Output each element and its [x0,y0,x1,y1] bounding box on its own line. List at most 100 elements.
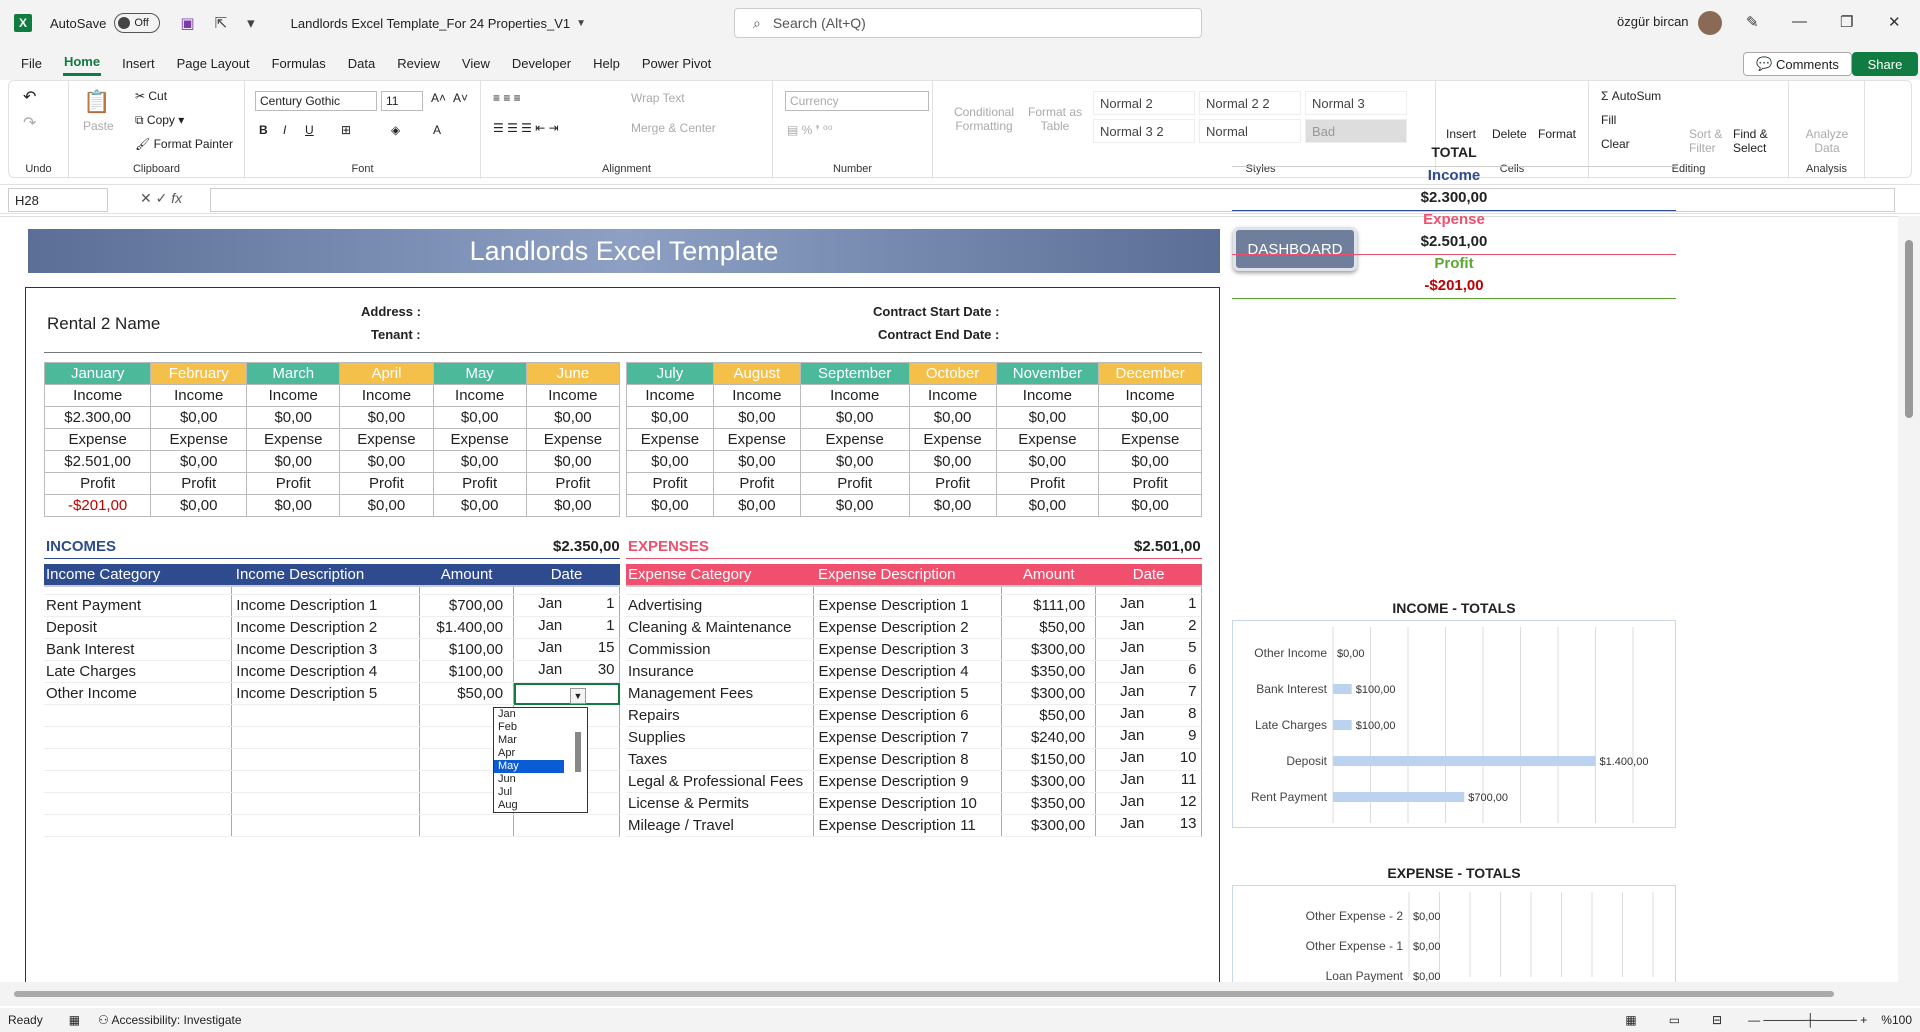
expense-amount-cell[interactable]: $300,00 [1001,638,1097,661]
grid-label-cell[interactable]: Profit [1098,472,1202,495]
income-category-cell[interactable] [44,704,233,727]
grid-label-cell[interactable]: Profit [339,472,434,495]
income-header-cell[interactable]: Date [513,564,620,587]
style-bad[interactable]: Bad [1305,119,1407,143]
redo-icon[interactable]: ↷ [23,113,36,133]
month-header-may[interactable]: May [432,362,527,385]
search-input[interactable]: Search (Alt+Q) [773,15,866,31]
grid-label-cell[interactable]: Profit [246,472,341,495]
month-header-september[interactable]: September [799,362,910,385]
share-button[interactable]: Share [1852,52,1918,76]
grid-value-cell[interactable]: $2.300,00 [43,406,152,429]
customize-qat-icon[interactable]: ▾ [247,14,255,32]
grid-value-cell[interactable]: $0,00 [150,406,248,429]
income-header-cell[interactable]: Income Category [44,564,232,587]
expense-category-cell[interactable]: Cleaning & Maintenance [626,616,815,639]
income-description-cell[interactable]: Income Description 2 [231,616,421,639]
grid-label-cell[interactable]: Income [150,384,248,407]
grid-value-cell[interactable]: $0,00 [525,494,621,517]
grid-label-cell[interactable]: Income [246,384,341,407]
find-select-button[interactable]: Find & Select [1733,127,1783,155]
grid-value-cell[interactable]: $0,00 [908,494,997,517]
grid-label-cell[interactable]: Profit [43,472,152,495]
month-header-february[interactable]: February [150,362,248,385]
grid-value-cell[interactable]: $0,00 [908,450,997,473]
income-amount-cell[interactable]: $100,00 [419,660,515,683]
expense-header-cell[interactable]: Expense Category [626,564,814,587]
grid-label-cell[interactable]: Profit [799,472,910,495]
grid-label-cell[interactable]: Profit [908,472,997,495]
grid-value-cell[interactable]: $0,00 [626,494,714,517]
income-chart[interactable]: Other Income $0,00 Bank Interest $100,00 Lat… [1232,620,1676,828]
conditional-formatting-button[interactable]: Conditional Formatting [949,105,1019,133]
paste-icon[interactable]: 📋 [83,89,110,115]
italic-icon[interactable]: I [283,123,286,137]
grid-label-cell[interactable]: Income [799,384,910,407]
income-category-cell[interactable]: Rent Payment [44,594,233,617]
expense-description-cell[interactable]: Expense Description 7 [813,726,1003,749]
grid-value-cell[interactable]: $0,00 [712,406,801,429]
grid-value-cell[interactable]: $0,00 [339,450,434,473]
dropdown-option-apr[interactable]: Apr [494,747,564,760]
grid-label-cell[interactable]: Profit [150,472,248,495]
grid-value-cell[interactable]: $0,00 [339,494,434,517]
tab-home[interactable]: Home [62,50,102,76]
income-description-cell[interactable] [231,726,421,749]
grid-value-cell[interactable]: $0,00 [1098,406,1202,429]
income-amount-cell[interactable]: $100,00 [419,638,515,661]
align-left-icon[interactable]: ☰ ☰ ☰ ⇤ ⇥ [493,121,559,135]
expense-date-cell[interactable]: Jan 13 [1096,814,1202,837]
expense-amount-cell[interactable]: $300,00 [1001,770,1097,793]
expense-category-cell[interactable]: Repairs [626,704,815,727]
income-description-cell[interactable] [231,792,421,815]
tab-file[interactable]: File [20,52,43,75]
income-amount-cell[interactable]: $700,00 [419,594,515,617]
grid-value-cell[interactable]: $0,00 [432,450,527,473]
grid-label-cell[interactable]: Profit [525,472,621,495]
expense-description-cell[interactable]: Expense Description 9 [813,770,1003,793]
expense-amount-cell[interactable]: $111,00 [1001,594,1097,617]
grid-label-cell[interactable]: Expense [995,428,1100,451]
user-name[interactable]: özgür bircan [1617,14,1689,29]
expense-amount-cell[interactable]: $50,00 [1001,704,1097,727]
month-header-december[interactable]: December [1098,362,1202,385]
dropdown-option-mar[interactable]: Mar [494,734,564,747]
income-category-cell[interactable]: Bank Interest [44,638,233,661]
grid-value-cell[interactable]: $0,00 [995,450,1100,473]
tab-page-layout[interactable]: Page Layout [176,52,251,75]
style-normal-3[interactable]: Normal 3 [1305,91,1407,115]
income-category-cell[interactable] [44,726,233,749]
vertical-scrollbar[interactable] [1898,216,1920,982]
tab-insert[interactable]: Insert [121,52,156,75]
grid-value-cell[interactable]: $0,00 [150,450,248,473]
minimize-icon[interactable]: — [1792,13,1807,30]
font-size-select[interactable]: 11 [381,91,423,111]
wrap-text-button[interactable]: Wrap Text [631,91,685,105]
income-amount-cell[interactable]: $1.400,00 [419,616,515,639]
borders-icon[interactable]: ⊞ [341,123,351,137]
expense-date-cell[interactable]: Jan 6 [1096,660,1202,683]
expense-header-cell[interactable]: Expense Description [813,564,1002,587]
grid-label-cell[interactable]: Expense [626,428,714,451]
income-category-cell[interactable]: Deposit [44,616,233,639]
normal-view-icon[interactable]: ▦ [1625,1013,1636,1027]
grid-value-cell[interactable]: $0,00 [908,406,997,429]
grid-label-cell[interactable]: Income [908,384,997,407]
copy-button[interactable]: ⧉ Copy ▾ [135,113,184,128]
month-header-june[interactable]: June [525,362,621,385]
income-header-cell[interactable]: Income Description [231,564,420,587]
grid-value-cell[interactable]: $0,00 [799,406,910,429]
expense-category-cell[interactable]: Insurance [626,660,815,683]
expense-category-cell[interactable]: Mileage / Travel [626,814,815,837]
month-header-august[interactable]: August [712,362,801,385]
style-normal-3-2[interactable]: Normal 3 2 [1093,119,1195,143]
expense-date-cell[interactable]: Jan 7 [1096,682,1202,705]
font-color-icon[interactable]: A [433,123,441,137]
income-description-cell[interactable] [231,748,421,771]
accessibility-status[interactable]: ⚇ Accessibility: Investigate [98,1013,242,1027]
dropdown-scrollbar[interactable] [575,732,581,772]
grid-value-cell[interactable]: $0,00 [432,406,527,429]
income-date-cell[interactable] [514,814,620,837]
expense-header-cell[interactable]: Amount [1001,564,1096,587]
grid-value-cell[interactable]: $0,00 [626,406,714,429]
